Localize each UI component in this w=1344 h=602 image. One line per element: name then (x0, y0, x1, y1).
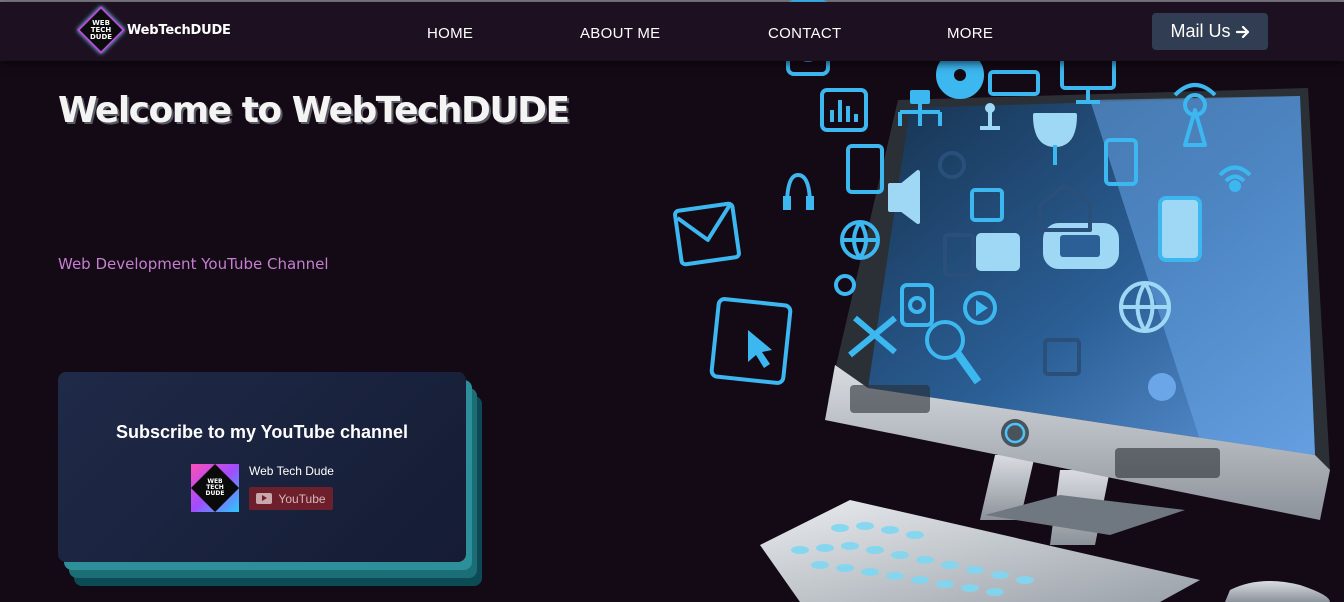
gear-icon (834, 274, 856, 296)
nav-more[interactable]: MORE (947, 25, 993, 42)
nav-contact[interactable]: CONTACT (768, 25, 841, 42)
phone-keypad-icon (1158, 196, 1202, 262)
mail-icon (673, 201, 741, 267)
mouse (1225, 581, 1330, 602)
mail-us-button[interactable]: Mail Us (1152, 13, 1268, 50)
nav-about-me[interactable]: ABOUT ME (580, 25, 660, 42)
subscribe-card-stack: Subscribe to my YouTube channel WEB TECH… (58, 372, 484, 588)
site-logo[interactable]: WEB TECH DUDE (76, 5, 126, 55)
mail-us-label: Mail Us (1170, 21, 1231, 41)
nav-home[interactable]: HOME (427, 25, 473, 42)
youtube-subscribe-button[interactable]: YouTube (249, 487, 333, 510)
hero-title: Welcome to WebTechDUDE (58, 90, 570, 131)
youtube-play-icon (256, 493, 273, 504)
microphone-icon (1033, 113, 1077, 147)
avatar-text: WEB TECH DUDE (205, 478, 225, 497)
avatar-diamond: WEB TECH DUDE (190, 463, 240, 513)
computer-illustration (673, 0, 1330, 602)
subscribe-card: Subscribe to my YouTube channel WEB TECH… (58, 372, 466, 562)
sd-card-icon (846, 144, 884, 194)
keyboard-icon (988, 70, 1040, 96)
brand-name[interactable]: WebTechDUDE (127, 23, 231, 38)
subscribe-card-title: Subscribe to my YouTube channel (115, 422, 409, 442)
channel-avatar[interactable]: WEB TECH DUDE (190, 463, 240, 513)
equalizer-icon (820, 88, 868, 132)
logo-text: WEB TECH DUDE (89, 18, 113, 41)
navbar: WEB TECH DUDE WebTechDUDE HOME ABOUT ME … (0, 2, 1344, 61)
channel-name[interactable]: Web Tech Dude (249, 464, 334, 478)
arrow-right-icon (1235, 25, 1249, 38)
clapperboard-icon (976, 233, 1020, 271)
youtube-button-label: YouTube (278, 491, 326, 506)
film-reel-icon (1148, 373, 1176, 401)
hero-subtitle: Web Development YouTube Channel (58, 255, 329, 273)
